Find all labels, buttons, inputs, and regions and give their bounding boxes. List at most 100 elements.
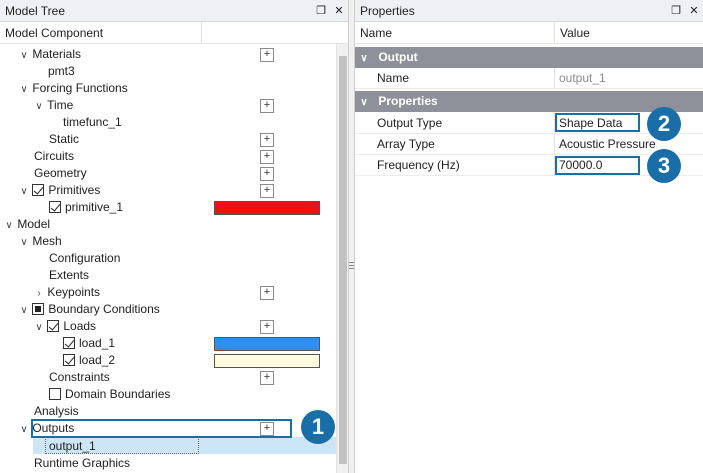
chevron-down-icon[interactable]: ∨ (19, 81, 29, 98)
add-time-button[interactable]: + (260, 99, 274, 113)
chevron-down-icon[interactable]: ∨ (19, 234, 29, 251)
chevron-down-icon[interactable]: ∨ (34, 98, 44, 115)
tree-node-load-2[interactable]: load_2 (63, 352, 115, 369)
load-2-checkbox[interactable] (63, 354, 75, 366)
tree-column-header: Model Component (0, 21, 348, 44)
section-properties[interactable]: ∨ Properties (355, 91, 703, 112)
section-properties-label: Properties (378, 94, 438, 108)
tree-node-load-1[interactable]: load_1 (63, 335, 115, 352)
tree-node-runtime-graphics[interactable]: Runtime Graphics (34, 455, 130, 472)
tree-scrollbar[interactable] (336, 44, 348, 473)
tree-node-timefunc-1[interactable]: timefunc_1 (63, 114, 122, 131)
add-geometry-button[interactable]: + (260, 167, 274, 181)
outputs-highlight-box (31, 419, 292, 438)
tree-node-primitive-1[interactable]: primitive_1 (49, 199, 123, 216)
chevron-down-icon[interactable]: ∨ (19, 421, 29, 438)
load-1-color-swatch[interactable] (214, 337, 320, 351)
tree-scrollbar-thumb[interactable] (339, 56, 347, 464)
tree-label: Time (47, 98, 74, 112)
pin-icon[interactable]: ❐ (312, 4, 330, 17)
section-output[interactable]: ∨ Output (355, 47, 703, 68)
tree-node-pmt3[interactable]: pmt3 (48, 63, 75, 80)
close-icon[interactable]: ✕ (330, 4, 348, 17)
tree-label: Primitives (48, 183, 101, 197)
tree-label: load_1 (79, 336, 116, 350)
tree-node-geometry[interactable]: Geometry (34, 165, 87, 182)
tree-label: timefunc_1 (63, 115, 122, 129)
value-column-header[interactable]: Value (555, 22, 703, 44)
loads-checkbox[interactable] (47, 320, 60, 332)
add-primitive-button[interactable]: + (260, 184, 274, 198)
add-keypoint-button[interactable]: + (260, 286, 274, 300)
tree-node-materials[interactable]: ∨ Materials (19, 46, 81, 63)
tree-node-time[interactable]: ∨ Time (34, 97, 73, 114)
tree-label: Loads (63, 319, 97, 333)
close-icon[interactable]: ✕ (685, 4, 703, 17)
add-constraint-button[interactable]: + (260, 371, 274, 385)
pin-icon[interactable]: ❐ (667, 4, 685, 17)
chevron-down-icon[interactable]: ∨ (19, 183, 29, 200)
tree-node-static[interactable]: Static (49, 131, 79, 148)
property-row-array-type[interactable]: Array Type Acoustic Pressure (355, 134, 703, 155)
tree-node-domain-boundaries[interactable]: Domain Boundaries (49, 386, 170, 403)
boundary-conditions-checkbox[interactable] (32, 303, 45, 315)
tree-label: load_2 (79, 353, 116, 367)
tree-header-blank (202, 22, 336, 44)
chevron-down-icon[interactable]: ∨ (34, 319, 44, 336)
properties-panel: Properties ❐ ✕ Name Value ∨ Output Name … (354, 0, 703, 473)
add-circuit-button[interactable]: + (260, 150, 274, 164)
properties-column-header: Name Value (355, 21, 703, 44)
property-row-name[interactable]: Name output_1 (355, 68, 703, 89)
tree-node-loads[interactable]: ∨ Loads (34, 318, 96, 335)
chevron-down-icon[interactable]: ∨ (19, 302, 29, 319)
property-label: Name (377, 71, 410, 85)
name-column-header[interactable]: Name (355, 21, 555, 44)
tree-node-configuration[interactable]: Configuration (49, 250, 120, 267)
load-2-color-swatch[interactable] (214, 354, 320, 368)
tree-node-keypoints[interactable]: › Keypoints (34, 284, 100, 301)
chevron-right-icon[interactable]: › (34, 285, 44, 302)
tree-label: Keypoints (47, 285, 101, 299)
tree-node-analysis[interactable]: Analysis (34, 403, 79, 420)
section-output-label: Output (378, 50, 418, 64)
callout-badge-1: 1 (301, 410, 335, 444)
primitives-checkbox[interactable] (32, 184, 45, 196)
tree-node-circuits[interactable]: Circuits (34, 148, 74, 165)
tree-label: output_1 (49, 439, 96, 453)
chevron-down-icon[interactable]: ∨ (359, 92, 369, 113)
tree-node-mesh[interactable]: ∨ Mesh (19, 233, 62, 251)
properties-title: Properties (360, 3, 415, 18)
tree-node-constraints[interactable]: Constraints (49, 369, 110, 386)
property-label: Output Type (377, 116, 443, 130)
tree-label: Extents (49, 268, 90, 282)
tree-label: Mesh (32, 234, 62, 248)
tree-node-primitives[interactable]: ∨ Primitives (19, 182, 100, 199)
tree-node-model[interactable]: ∨ Model (4, 216, 50, 233)
load-1-checkbox[interactable] (63, 337, 75, 349)
array-type-dropdown[interactable]: Acoustic Pressure (559, 134, 656, 155)
tree-label: Boundary Conditions (48, 302, 160, 316)
primitive-1-color-swatch[interactable] (214, 201, 320, 215)
model-tree-panel: Model Tree ❐ ✕ Model Component ∨ Materia… (0, 0, 349, 473)
add-static-button[interactable]: + (260, 133, 274, 147)
tree-node-forcing-functions[interactable]: ∨ Forcing Functions (19, 80, 127, 98)
chevron-down-icon[interactable]: ∨ (19, 47, 29, 64)
chevron-down-icon[interactable]: ∨ (359, 48, 369, 69)
tree-node-boundary-conditions[interactable]: ∨ Boundary Conditions (19, 301, 160, 319)
add-material-button[interactable]: + (260, 48, 274, 62)
primitive-1-checkbox[interactable] (49, 201, 61, 213)
tree-label: Domain Boundaries (65, 387, 171, 401)
frequency-highlight-box (555, 156, 640, 175)
properties-titlebar: Properties ❐ ✕ (355, 0, 703, 22)
property-label: Array Type (377, 137, 435, 151)
callout-badge-3: 3 (647, 149, 681, 183)
tree-node-extents[interactable]: Extents (49, 267, 89, 284)
chevron-down-icon[interactable]: ∨ (4, 217, 14, 234)
tree-label: Runtime Graphics (34, 456, 131, 470)
model-component-header[interactable]: Model Component (0, 21, 202, 44)
model-tree-titlebar: Model Tree ❐ ✕ (0, 0, 348, 22)
domain-boundaries-checkbox[interactable] (49, 388, 61, 400)
tree-node-output-1[interactable]: output_1 (45, 437, 199, 454)
tree-label: Geometry (34, 166, 87, 180)
add-load-button[interactable]: + (260, 320, 274, 334)
